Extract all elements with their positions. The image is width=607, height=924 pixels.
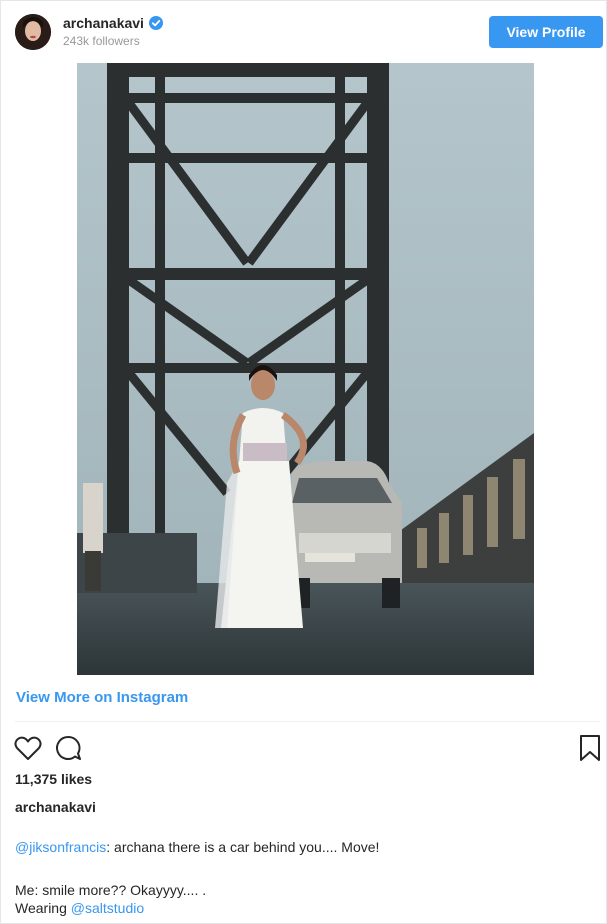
- action-bar: [13, 733, 603, 763]
- view-more-link[interactable]: View More on Instagram: [16, 689, 188, 706]
- instagram-embed-card: archanakavi 243k followers View Profile: [0, 0, 607, 924]
- caption-line-1: @jiksonfrancis: archana there is a car b…: [15, 839, 379, 855]
- view-profile-button[interactable]: View Profile: [489, 16, 603, 48]
- verified-badge-icon: [148, 16, 163, 30]
- like-count[interactable]: 11,375 likes: [15, 771, 92, 787]
- caption-text: : archana there is a car behind you.... …: [106, 839, 380, 855]
- caption-text: Wearing: [15, 900, 71, 916]
- avatar[interactable]: [15, 14, 51, 50]
- caption-username[interactable]: archanakavi: [15, 799, 96, 815]
- caption-line-3: Wearing @saltstudio: [15, 900, 144, 916]
- bookmark-icon[interactable]: [575, 733, 605, 763]
- mention-link[interactable]: @saltstudio: [71, 900, 144, 916]
- divider: [15, 721, 600, 722]
- mention-link[interactable]: @jiksonfrancis: [15, 839, 106, 855]
- comment-icon[interactable]: [53, 733, 83, 763]
- post-image[interactable]: [77, 63, 534, 675]
- username-row: archanakavi: [63, 15, 163, 31]
- caption-text: Me: smile more?? Okayyyy.... .: [15, 882, 207, 898]
- heart-icon[interactable]: [13, 733, 43, 763]
- caption-line-2: Me: smile more?? Okayyyy.... .: [15, 882, 206, 898]
- username[interactable]: archanakavi: [63, 15, 144, 31]
- follower-count: 243k followers: [63, 34, 140, 48]
- post-header: archanakavi 243k followers View Profile: [1, 1, 606, 61]
